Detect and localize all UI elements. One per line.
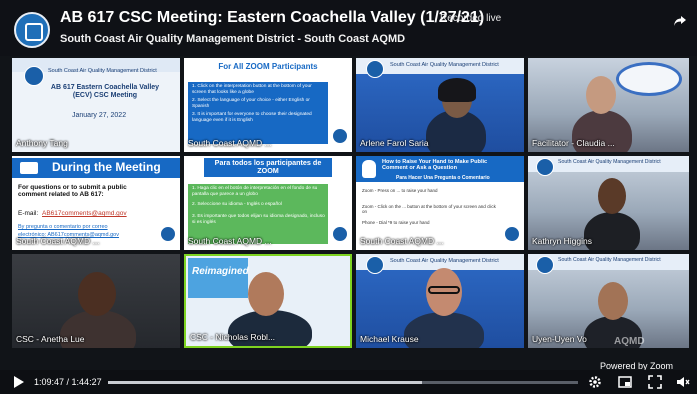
slide-org: South Coast Air Quality Management Distr…	[48, 68, 157, 74]
participant-tile[interactable]: South Coast Air Quality Management Distr…	[356, 254, 524, 348]
participant-name: South Coast AQMD ...	[188, 236, 272, 246]
player-controls: 1:09:47 / 1:44:27	[0, 370, 697, 394]
participant-head	[598, 282, 628, 320]
participant-name: Arlene Farol Saria	[360, 138, 429, 148]
slide-org: South Coast Air Quality Management Distr…	[390, 62, 499, 68]
poster-text: Reimagined	[192, 266, 249, 277]
participant-name: Kathryn Higgins	[532, 236, 593, 246]
participant-tile[interactable]: Facilitator - Claudia ...	[528, 58, 689, 152]
video-header: AB 617 CSC Meeting: Eastern Coachella Va…	[0, 0, 697, 56]
participant-tile[interactable]: South Coast Air Quality Management Distr…	[528, 156, 689, 250]
participant-name: South Coast AQMD ...	[360, 236, 444, 246]
video-title: AB 617 CSC Meeting: Eastern Coachella Va…	[60, 9, 485, 26]
slide-bullet: 2. Seleccione su idioma - Inglés o españ…	[192, 202, 282, 207]
email-link: AB617comments@aqmd.gov	[42, 210, 127, 217]
participant-tile[interactable]: CSC - Anetha Lue	[12, 254, 180, 348]
slide-date: January 27, 2022	[72, 112, 127, 119]
slide-question: For questions or to submit a public comm…	[18, 184, 127, 199]
slide-title: During the Meeting	[52, 160, 161, 174]
participant-name: CSC - Anetha Lue	[16, 334, 85, 344]
settings-icon[interactable]	[588, 375, 602, 389]
participant-tile[interactable]: During the Meeting For questions or to s…	[12, 156, 180, 250]
picture-in-picture-icon[interactable]	[618, 375, 632, 389]
share-icon[interactable]	[673, 14, 687, 28]
slide-mail-line: By pregunta o comentario por correo	[18, 224, 108, 230]
raise-hand-icon	[362, 160, 376, 178]
slide-org: South Coast Air Quality Management Distr…	[558, 159, 661, 165]
participant-tile[interactable]: How to Raise Your Hand to Make Public Co…	[356, 156, 524, 250]
participant-tile[interactable]: South Coast Air Quality Management Distr…	[12, 58, 180, 152]
aqmd-logo	[332, 226, 348, 242]
slide-title: For All ZOOM Participants	[218, 62, 318, 71]
fullscreen-icon[interactable]	[648, 375, 662, 389]
recorded-live-label: Recorded live	[440, 13, 502, 24]
time-separator: /	[64, 377, 72, 387]
duration: 1:44:27	[71, 377, 102, 387]
participant-name: Michael Krause	[360, 334, 419, 344]
slide-step: Zoom - Click on the ... button at the bo…	[362, 204, 496, 215]
participant-tile[interactable]: South Coast Air Quality Management Distr…	[528, 254, 689, 348]
participant-tile[interactable]: South Coast Air Quality Management Distr…	[356, 58, 524, 152]
aqmd-logo	[14, 12, 50, 48]
participant-tile-active-speaker[interactable]: Reimagined CSC - Nicholas Robl...	[184, 254, 352, 348]
slide-title: Para todos los participantes de ZOOM	[204, 158, 332, 177]
aqmd-logo	[536, 158, 554, 176]
email-label: E-mail:	[18, 210, 39, 217]
participant-head	[598, 178, 626, 214]
participant-name: Facilitator - Claudia ...	[532, 138, 615, 148]
background-poster	[188, 258, 248, 298]
time-display: 1:09:47 / 1:44:27	[34, 377, 102, 387]
participant-head	[586, 76, 616, 114]
slide-bullet: 1. Click on the interpretation button at…	[192, 84, 312, 95]
slide-title: AB 617 Eastern Coachella Valley (ECV) CS…	[50, 84, 160, 100]
play-icon[interactable]	[14, 376, 24, 388]
slide-subtitle: Para Hacer Una Pregunta o Comentario	[396, 175, 490, 181]
participant-hair	[438, 78, 476, 102]
participant-tile[interactable]: Para todos los participantes de ZOOM 1. …	[184, 156, 352, 250]
aqmd-logo	[332, 128, 348, 144]
aqmd-logo	[160, 226, 176, 242]
aqmd-watermark: AQMD	[614, 336, 645, 347]
progress-fill	[108, 381, 422, 384]
participant-body	[228, 310, 312, 346]
channel-name[interactable]: South Coast Air Quality Management Distr…	[60, 33, 405, 45]
slide-title: How to Raise Your Hand to Make Public Co…	[382, 159, 488, 172]
current-time: 1:09:47	[34, 377, 65, 387]
aqmd-logo	[366, 256, 384, 274]
mute-icon[interactable]	[676, 375, 690, 389]
vmd-logo-sign	[616, 62, 682, 96]
slide-icon	[20, 162, 38, 174]
participant-head	[248, 272, 284, 316]
slide-org: South Coast Air Quality Management Distr…	[558, 257, 661, 263]
slide-bullet: 2. Select the language of your choice - …	[192, 98, 310, 109]
aqmd-logo	[24, 66, 44, 86]
slide-bullet: 1. Haga clic en el botón de interpretaci…	[192, 186, 318, 197]
participant-name: South Coast AQMD ...	[188, 138, 272, 148]
participant-name: South Coast AQMD ...	[16, 236, 100, 246]
video-grid: South Coast Air Quality Management Distr…	[12, 58, 689, 350]
participant-name: CSC - Nicholas Robl...	[190, 332, 276, 342]
glasses	[428, 286, 460, 294]
aqmd-logo	[366, 60, 384, 78]
slide-step: Zoom - Press on ... to raise your hand	[362, 188, 438, 193]
aqmd-logo	[536, 256, 554, 274]
participant-name: Uyen-Uyen Vo	[532, 334, 587, 344]
slide-step: Phone - Dial *9 to raise your hand	[362, 220, 430, 225]
slide-bullet: 3. It is important for everyone to choos…	[192, 112, 312, 123]
aqmd-logo	[504, 226, 520, 242]
participant-head	[78, 272, 116, 316]
participant-tile[interactable]: For All ZOOM Participants 1. Click on th…	[184, 58, 352, 152]
participant-body	[584, 212, 640, 250]
slide-bullet: 3. Es importante que todos elijan su idi…	[192, 214, 325, 225]
participant-name: Anthony Tang	[16, 138, 68, 148]
slide-org: South Coast Air Quality Management Distr…	[390, 258, 499, 264]
progress-bar[interactable]	[108, 381, 578, 384]
